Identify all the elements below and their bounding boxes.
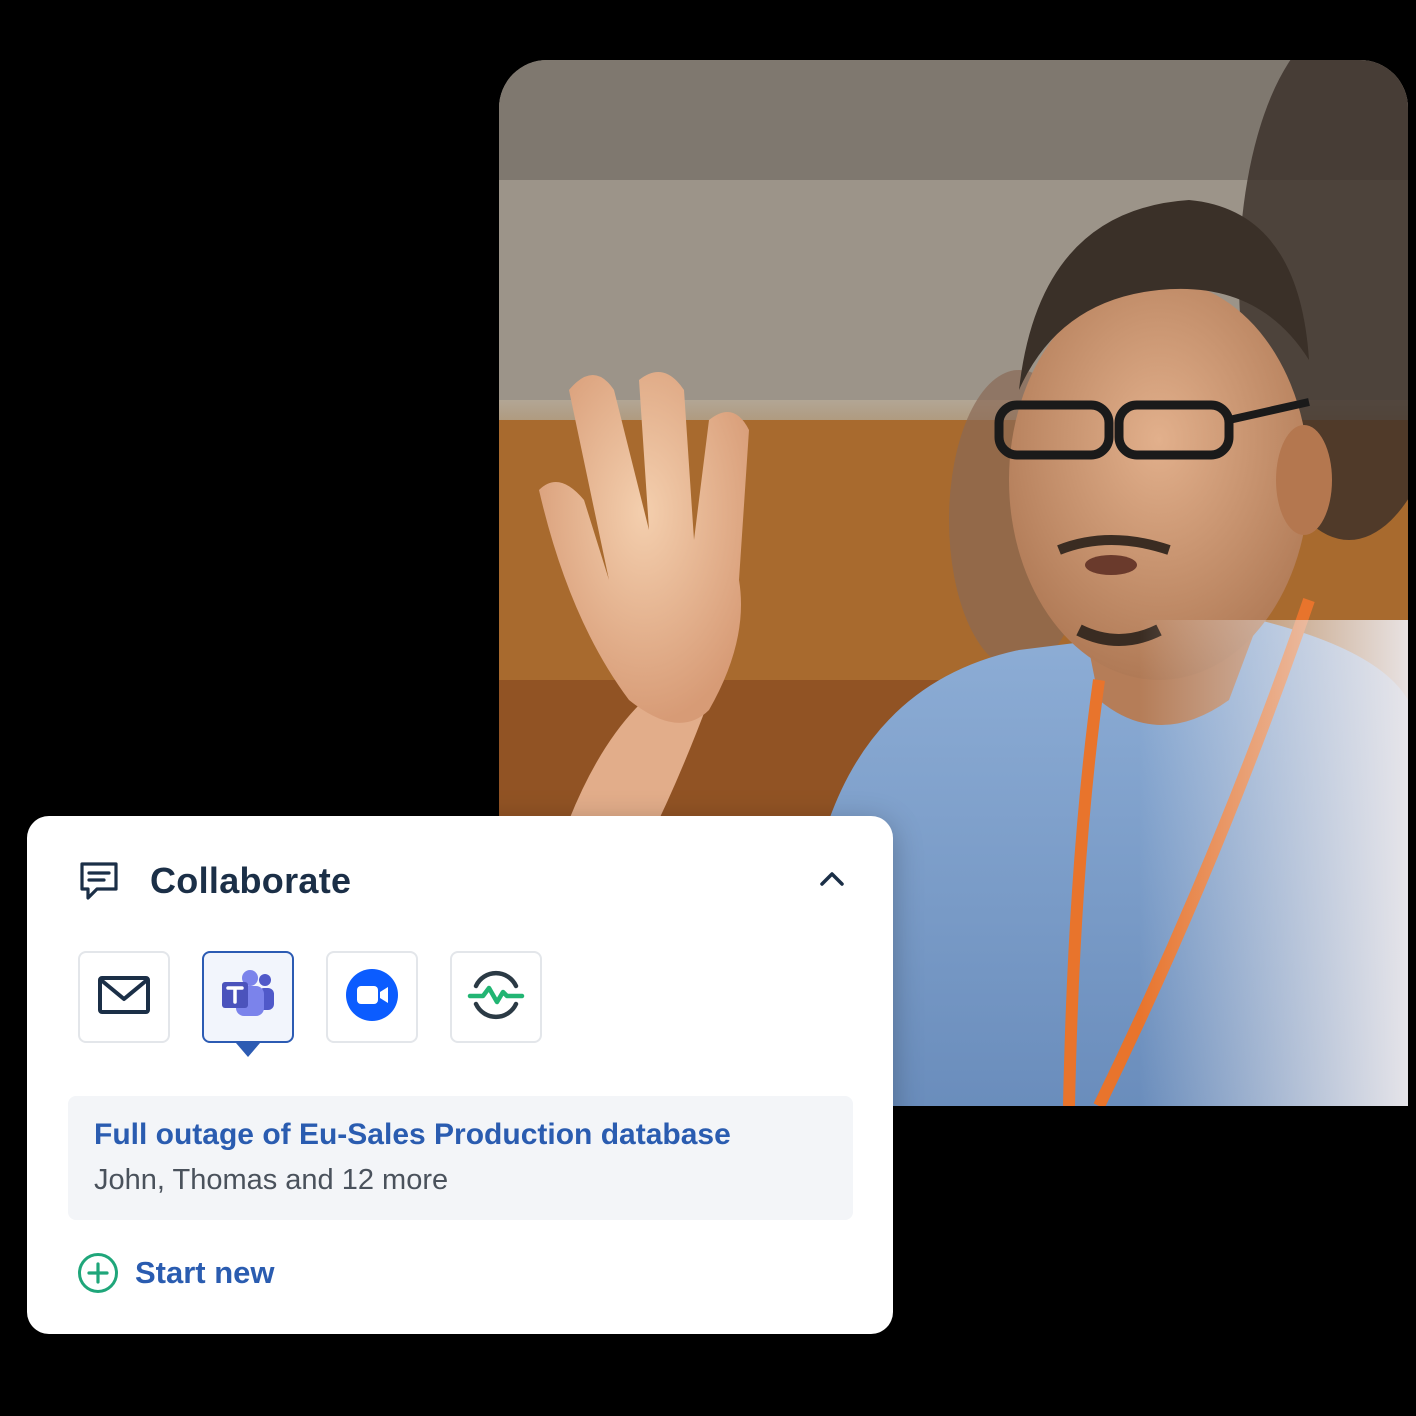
chat-message-icon (77, 859, 121, 903)
start-new-label: Start new (135, 1255, 275, 1290)
monitor-channel-button[interactable] (450, 951, 542, 1043)
chevron-up-icon (819, 871, 845, 892)
channel-selector (78, 951, 542, 1043)
teams-icon (220, 969, 276, 1025)
marketing-canvas: Collaborate Full outage of Eu-Sales Prod… (0, 0, 1416, 1416)
plus-circle-icon (77, 1252, 119, 1294)
incident-title[interactable]: Full outage of Eu-Sales Production datab… (94, 1118, 731, 1152)
envelope-icon (97, 975, 151, 1020)
collaborate-header: Collaborate (77, 856, 859, 906)
zoom-video-icon (345, 968, 399, 1027)
start-new-button[interactable]: Start new (77, 1252, 275, 1294)
incident-item[interactable]: Full outage of Eu-Sales Production datab… (68, 1096, 853, 1220)
panel-title: Collaborate (150, 860, 352, 901)
collapse-button[interactable] (809, 858, 855, 904)
email-channel-button[interactable] (78, 951, 170, 1043)
incident-participants: John, Thomas and 12 more (94, 1164, 449, 1196)
collaborate-panel: Collaborate Full outage of Eu-Sales Prod… (27, 816, 893, 1334)
zoom-channel-button[interactable] (326, 951, 418, 1043)
heartbeat-icon (467, 966, 525, 1029)
teams-channel-button[interactable] (202, 951, 294, 1043)
